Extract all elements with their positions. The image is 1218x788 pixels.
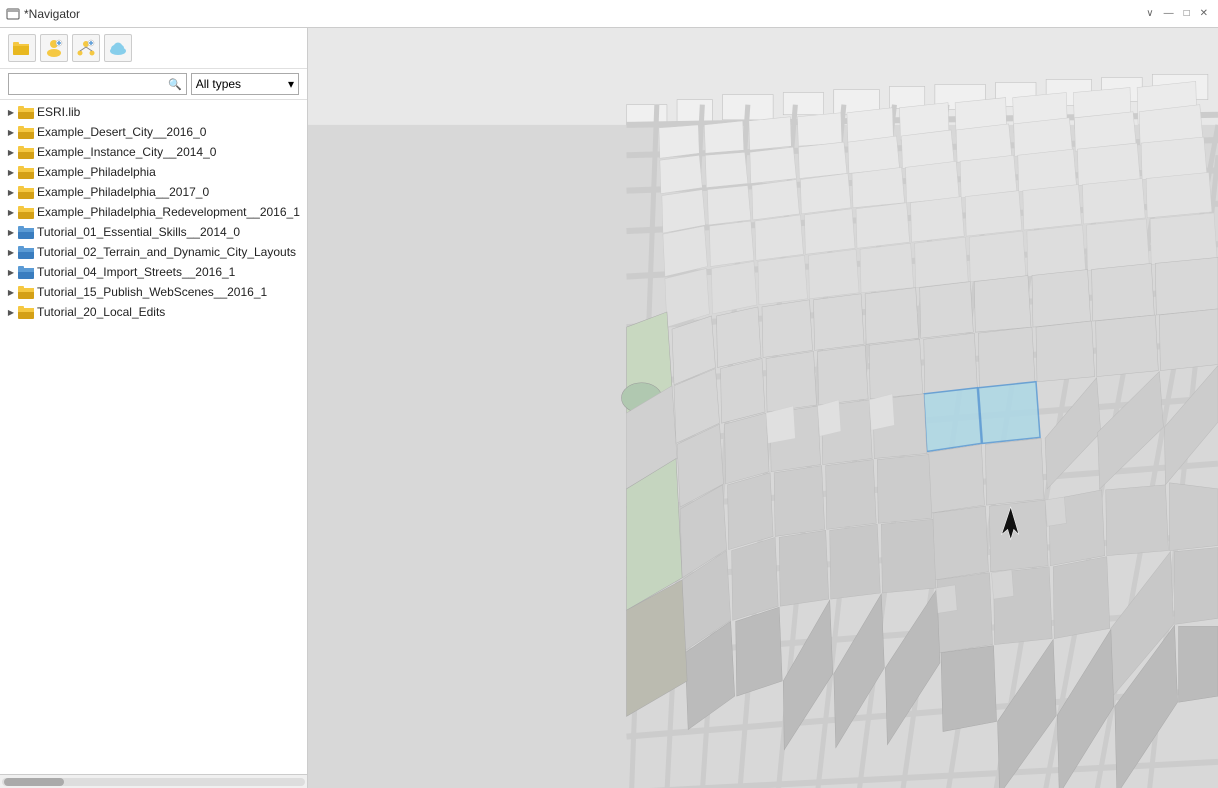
tree-label-tutorial02: Tutorial_02_Terrain_and_Dynamic_City_Lay… xyxy=(37,245,296,259)
tree-label-tutorial01: Tutorial_01_Essential_Skills__2014_0 xyxy=(37,225,240,239)
tree-item-redevelopment[interactable]: ▶ Example_Philadelphia_Redevelopment__201… xyxy=(0,202,307,222)
map-canvas xyxy=(308,28,1218,788)
title-bar: *Navigator ∨ — □ ✕ xyxy=(0,0,1218,28)
tree-label-redevelopment: Example_Philadelphia_Redevelopment__2016… xyxy=(37,205,300,219)
tree-item-esrilib[interactable]: ▶ ESRI.lib xyxy=(0,102,307,122)
tree-label-instance: Example_Instance_City__2014_0 xyxy=(37,145,216,159)
tree-item-philly2017[interactable]: ▶ Example_Philadelphia__2017_0 xyxy=(0,182,307,202)
tree-label-philly: Example_Philadelphia xyxy=(37,165,156,179)
folder-icon-tutorial04 xyxy=(18,265,34,279)
expand-arrow-redevelopment[interactable]: ▶ xyxy=(4,205,18,219)
search-input[interactable] xyxy=(13,77,168,91)
folder-icon-esrilib xyxy=(18,105,34,119)
window-icon xyxy=(6,7,20,21)
minimize-btn[interactable]: ∨ xyxy=(1142,6,1157,21)
scrollbar-track[interactable] xyxy=(2,778,305,786)
tree-item-tutorial20[interactable]: ▶ Tutorial_20_Local_Edits xyxy=(0,302,307,322)
search-row: 🔍 All types ▾ xyxy=(0,69,307,100)
tree-item-tutorial15[interactable]: ▶ Tutorial_15_Publish_WebScenes__2016_1 xyxy=(0,282,307,302)
search-box[interactable]: 🔍 xyxy=(8,73,187,95)
folder-icon-philly xyxy=(18,165,34,179)
folder-icon-redevelopment xyxy=(18,205,34,219)
tree-label-tutorial15: Tutorial_15_Publish_WebScenes__2016_1 xyxy=(37,285,267,299)
expand-arrow-instance[interactable]: ▶ xyxy=(4,145,18,159)
tree-item-desert[interactable]: ▶ Example_Desert_City__2016_0 xyxy=(0,122,307,142)
search-icon: 🔍 xyxy=(168,78,182,91)
folder-icon-philly2017 xyxy=(18,185,34,199)
cloud-button[interactable] xyxy=(104,34,132,62)
tree-item-tutorial02[interactable]: ▶ Tutorial_02_Terrain_and_Dynamic_City_La… xyxy=(0,242,307,262)
network-button[interactable] xyxy=(72,34,100,62)
folder-icon-tutorial01 xyxy=(18,225,34,239)
add-user-button[interactable] xyxy=(40,34,68,62)
window-controls: ∨ — □ ✕ xyxy=(1142,6,1212,21)
restore-btn[interactable]: □ xyxy=(1180,6,1194,21)
map-area[interactable] xyxy=(308,28,1218,788)
panel-scrollbar[interactable] xyxy=(0,774,307,788)
folder-icon-tutorial15 xyxy=(18,285,34,299)
tree-label-esrilib: ESRI.lib xyxy=(37,105,80,119)
folder-icon-desert xyxy=(18,125,34,139)
tree-label-desert: Example_Desert_City__2016_0 xyxy=(37,125,206,139)
tree-label-tutorial20: Tutorial_20_Local_Edits xyxy=(37,305,165,319)
tree-label-philly2017: Example_Philadelphia__2017_0 xyxy=(37,185,209,199)
filter-arrow: ▾ xyxy=(288,77,294,91)
tree-item-tutorial04[interactable]: ▶ Tutorial_04_Import_Streets__2016_1 xyxy=(0,262,307,282)
expand-arrow-philly2017[interactable]: ▶ xyxy=(4,185,18,199)
tree-item-tutorial01[interactable]: ▶ Tutorial_01_Essential_Skills__2014_0 xyxy=(0,222,307,242)
tree-list: ▶ ESRI.lib ▶ Example_Desert_City__2016_0 ▶ Ex… xyxy=(0,100,307,774)
filter-dropdown[interactable]: All types ▾ xyxy=(191,73,299,95)
tree-label-tutorial04: Tutorial_04_Import_Streets__2016_1 xyxy=(37,265,235,279)
expand-arrow-tutorial01[interactable]: ▶ xyxy=(4,225,18,239)
tree-item-instance[interactable]: ▶ Example_Instance_City__2014_0 xyxy=(0,142,307,162)
folder-icon-instance xyxy=(18,145,34,159)
main-layout: 🔍 All types ▾ ▶ ESRI.lib ▶ Example_Desert_C… xyxy=(0,28,1218,788)
close-btn[interactable]: ✕ xyxy=(1196,6,1212,21)
folder-icon-tutorial20 xyxy=(18,305,34,319)
folder-icon-tutorial02 xyxy=(18,245,34,259)
expand-arrow-philly[interactable]: ▶ xyxy=(4,165,18,179)
expand-arrow-esrilib[interactable]: ▶ xyxy=(4,105,18,119)
expand-arrow-desert[interactable]: ▶ xyxy=(4,125,18,139)
expand-arrow-tutorial20[interactable]: ▶ xyxy=(4,305,18,319)
collapse-btn[interactable]: — xyxy=(1160,6,1178,21)
open-folder-button[interactable] xyxy=(8,34,36,62)
tree-item-philly[interactable]: ▶ Example_Philadelphia xyxy=(0,162,307,182)
toolbar xyxy=(0,28,307,69)
expand-arrow-tutorial04[interactable]: ▶ xyxy=(4,265,18,279)
expand-arrow-tutorial15[interactable]: ▶ xyxy=(4,285,18,299)
scrollbar-thumb[interactable] xyxy=(4,778,64,786)
filter-label: All types xyxy=(196,77,241,91)
left-panel: 🔍 All types ▾ ▶ ESRI.lib ▶ Example_Desert_C… xyxy=(0,28,308,788)
window-title: *Navigator xyxy=(24,7,1138,21)
expand-arrow-tutorial02[interactable]: ▶ xyxy=(4,245,18,259)
